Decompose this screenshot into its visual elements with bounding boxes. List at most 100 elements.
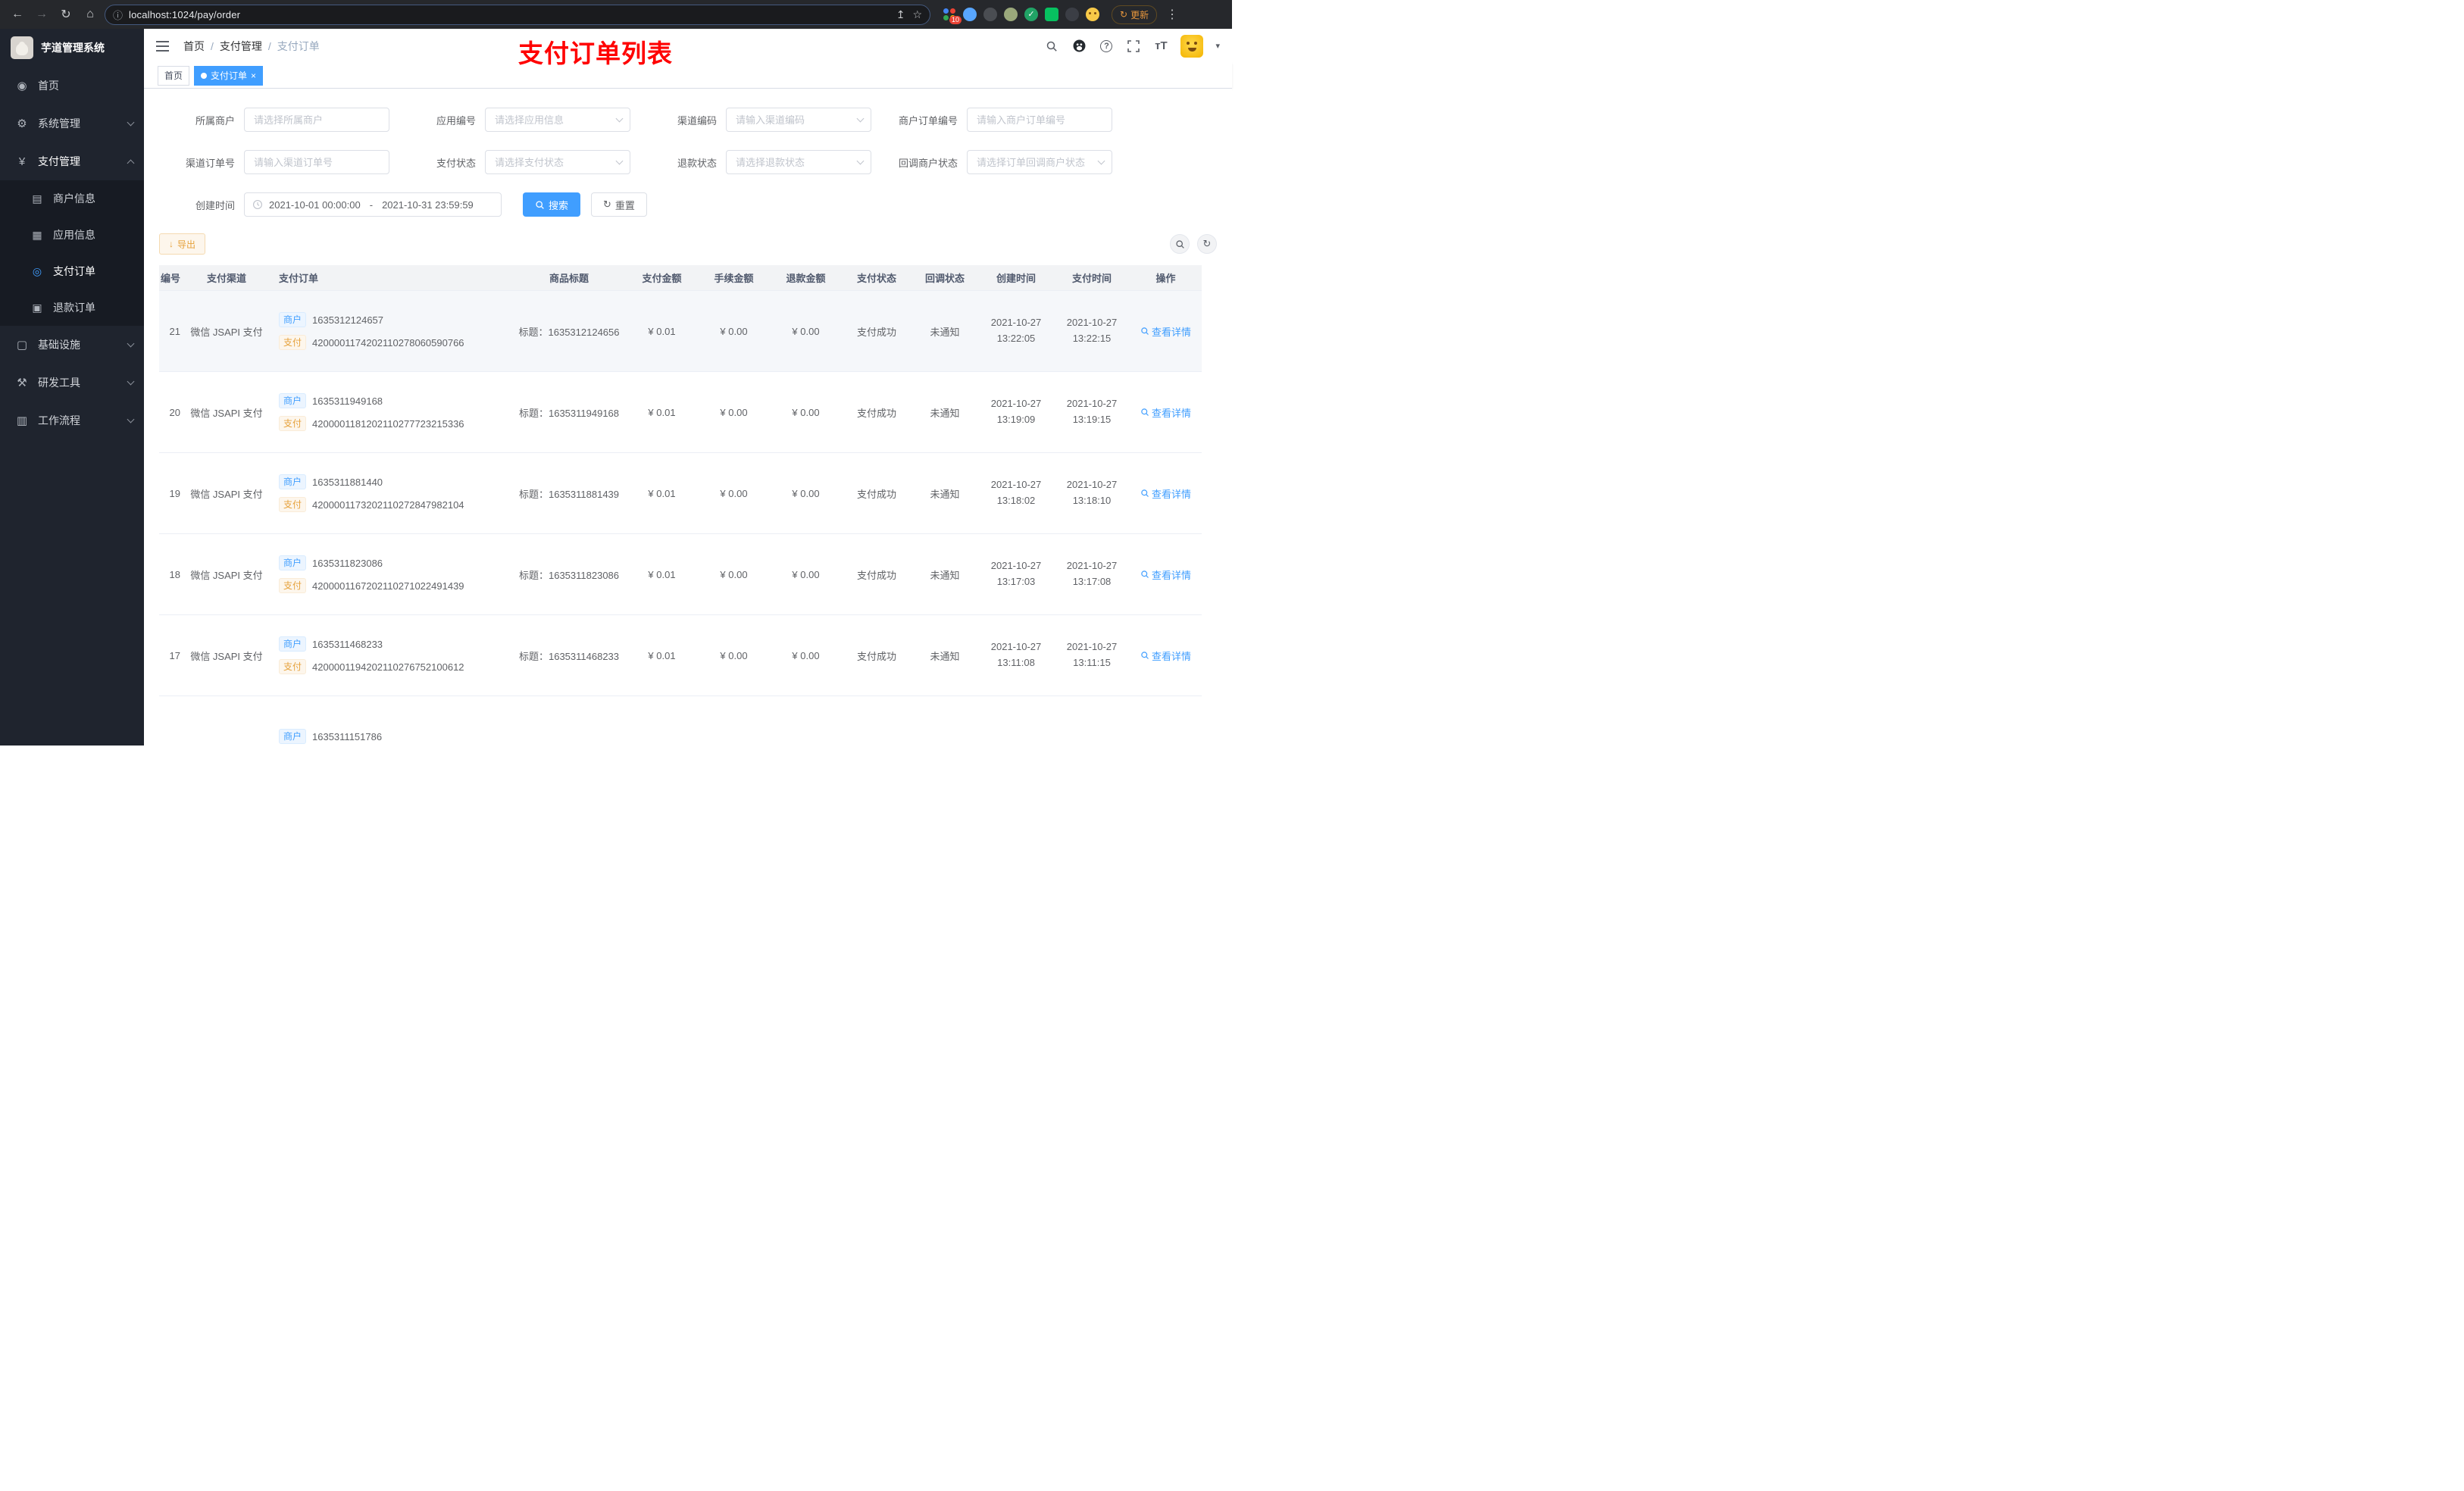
- site-info-icon[interactable]: ⓘ: [113, 8, 123, 22]
- export-button[interactable]: ↓ 导出: [159, 233, 206, 255]
- pay-status-select[interactable]: [485, 150, 630, 174]
- merchant-tag: 商户: [279, 636, 307, 652]
- pay-status-cell: 支付成功: [856, 650, 896, 662]
- channel-order-no-input[interactable]: [244, 150, 389, 174]
- app-logo[interactable]: 芋道管理系统: [0, 29, 144, 67]
- refund-amount-cell: ¥ 0.00: [792, 649, 820, 661]
- filter-field: 所属商户: [159, 108, 389, 132]
- avatar[interactable]: [1180, 34, 1204, 58]
- view-detail-link[interactable]: 查看详情: [1140, 405, 1191, 420]
- tab-home[interactable]: 首页: [158, 65, 190, 86]
- merchant-order-no-input[interactable]: [967, 108, 1112, 132]
- sidebar-item-workflow[interactable]: ▥ 工作流程: [0, 402, 144, 439]
- order-id-cell: 20: [169, 406, 180, 418]
- sidebar-item-home[interactable]: ◉ 首页: [0, 67, 144, 105]
- tools-icon: ⚒: [17, 377, 27, 389]
- browser-toolbar: ← → ↻ ⌂ ⓘ localhost:1024/pay/order ↥ ☆ 1…: [0, 0, 1232, 29]
- extension-icon[interactable]: [983, 8, 997, 21]
- sidebar-item-pay-order[interactable]: ◎ 支付订单: [0, 253, 144, 289]
- browser-reload-button[interactable]: ↻: [56, 5, 76, 24]
- channel-order-no: 4200001173202110272847982104: [312, 499, 464, 511]
- create-time-range-picker[interactable]: 2021-10-01 00:00:00 - 2021-10-31 23:59:5…: [244, 192, 502, 217]
- merchant-select[interactable]: [244, 108, 389, 132]
- extension-icon[interactable]: [1004, 8, 1018, 21]
- pay-tag: 支付: [279, 578, 307, 593]
- browser-home-button[interactable]: ⌂: [80, 5, 100, 24]
- channel-order-no: 4200001174202110278060590766: [312, 336, 464, 349]
- chat-extension-icon[interactable]: [1045, 8, 1058, 21]
- filter-label: 商户订单编号: [898, 114, 958, 127]
- view-detail-link[interactable]: 查看详情: [1140, 486, 1191, 501]
- operation-cell: [1130, 696, 1202, 746]
- sidebar-item-dev-tools[interactable]: ⚒ 研发工具: [0, 364, 144, 402]
- fee-amount-cell: ¥ 0.00: [720, 406, 748, 418]
- sidebar-item-payment[interactable]: ¥ 支付管理: [0, 142, 144, 180]
- font-size-icon[interactable]: тT: [1153, 39, 1168, 54]
- refund-amount-cell: [770, 696, 842, 746]
- merchant-tag: 商户: [279, 555, 307, 570]
- sidebar-item-merchant-info[interactable]: ▤ 商户信息: [0, 180, 144, 217]
- help-icon[interactable]: ?: [1099, 39, 1114, 54]
- notify-status-cell: 未通知: [930, 326, 960, 338]
- browser-forward-button[interactable]: →: [32, 5, 52, 24]
- pay-time-cell: [1054, 696, 1130, 746]
- pay-channel-cell: 微信 JSAPI 支付: [190, 569, 263, 581]
- apps-extension-icon[interactable]: 10: [943, 8, 962, 24]
- refund-status-select[interactable]: [726, 150, 871, 174]
- breadcrumb-payment[interactable]: 支付管理: [220, 39, 262, 54]
- app-no-select[interactable]: [485, 108, 630, 132]
- sidebar-item-system[interactable]: ⚙ 系统管理: [0, 105, 144, 142]
- pay-order-cell: 商户 1635311823086 支付 42000011672021102710…: [268, 534, 512, 614]
- table-row: 21 微信 JSAPI 支付 商户 1635312124657 支付 42000…: [159, 291, 1202, 372]
- github-icon[interactable]: [1071, 39, 1087, 54]
- sidebar-item-infrastructure[interactable]: ▢ 基础设施: [0, 326, 144, 364]
- breadcrumb-home[interactable]: 首页: [183, 39, 205, 54]
- bookmark-star-icon[interactable]: ☆: [912, 8, 922, 21]
- tab-pay-order[interactable]: 支付订单 ×: [194, 65, 264, 86]
- browser-menu-button[interactable]: ⋮: [1162, 7, 1183, 22]
- avatar-caret-icon[interactable]: ▾: [1215, 41, 1220, 51]
- close-icon[interactable]: ×: [251, 71, 256, 80]
- channel-code-select[interactable]: [726, 108, 871, 132]
- pay-order-cell: 商户 1635312124657 支付 42000011742021102780…: [268, 291, 512, 371]
- filter-field: 支付状态: [400, 150, 630, 174]
- browser-back-button[interactable]: ←: [8, 5, 27, 24]
- notify-status-select[interactable]: [967, 150, 1112, 174]
- refresh-table-button[interactable]: ↻: [1197, 234, 1217, 254]
- hide-search-button[interactable]: [1170, 234, 1190, 254]
- merchant-tag: 商户: [279, 474, 307, 489]
- browser-update-button[interactable]: ↻ 更新: [1112, 5, 1158, 24]
- operation-cell: 查看详情: [1130, 291, 1202, 371]
- pay-tag: 支付: [279, 497, 307, 512]
- date-start: 2021-10-01 00:00:00: [269, 198, 361, 211]
- operation-cell: 查看详情: [1130, 615, 1202, 695]
- pay-order-cell: 商户 1635311881440 支付 42000011732021102728…: [268, 453, 512, 533]
- view-detail-link[interactable]: 查看详情: [1140, 649, 1191, 663]
- search-icon[interactable]: [1044, 39, 1059, 54]
- sidebar-item-refund-order[interactable]: ▣ 退款订单: [0, 289, 144, 326]
- refund-amount-cell: ¥ 0.00: [792, 325, 820, 337]
- check-extension-icon[interactable]: ✓: [1024, 8, 1038, 21]
- pay-order-cell: 商户 1635311151786 支付: [268, 696, 512, 746]
- droplet-extension-icon[interactable]: [963, 8, 977, 21]
- search-button[interactable]: 搜索: [523, 192, 581, 217]
- address-bar[interactable]: ⓘ localhost:1024/pay/order ↥ ☆: [105, 4, 930, 25]
- pay-amount-cell: ¥ 0.01: [648, 649, 676, 661]
- reset-button[interactable]: ↻ 重置: [591, 192, 647, 217]
- share-icon[interactable]: ↥: [896, 8, 905, 21]
- active-dot: [201, 72, 208, 79]
- monitor-icon: ▢: [16, 339, 28, 352]
- filter-field: 商户订单编号: [882, 108, 1112, 132]
- emoji-extension-icon[interactable]: [1086, 8, 1099, 21]
- view-detail-link[interactable]: 查看详情: [1140, 567, 1191, 582]
- fullscreen-icon[interactable]: [1126, 39, 1141, 54]
- pay-tag: 支付: [279, 416, 307, 431]
- sidebar-toggle-button[interactable]: [156, 40, 171, 52]
- view-detail-link[interactable]: 查看详情: [1140, 324, 1191, 339]
- product-title-cell: 标题：1635311949168: [518, 407, 620, 419]
- extension-icon[interactable]: [1065, 8, 1079, 21]
- chevron-down-icon: [127, 415, 135, 424]
- sidebar-item-app-info[interactable]: ▦ 应用信息: [0, 217, 144, 253]
- notify-status-cell: 未通知: [930, 407, 960, 419]
- product-title-cell: 标题：1635311823086: [518, 569, 620, 581]
